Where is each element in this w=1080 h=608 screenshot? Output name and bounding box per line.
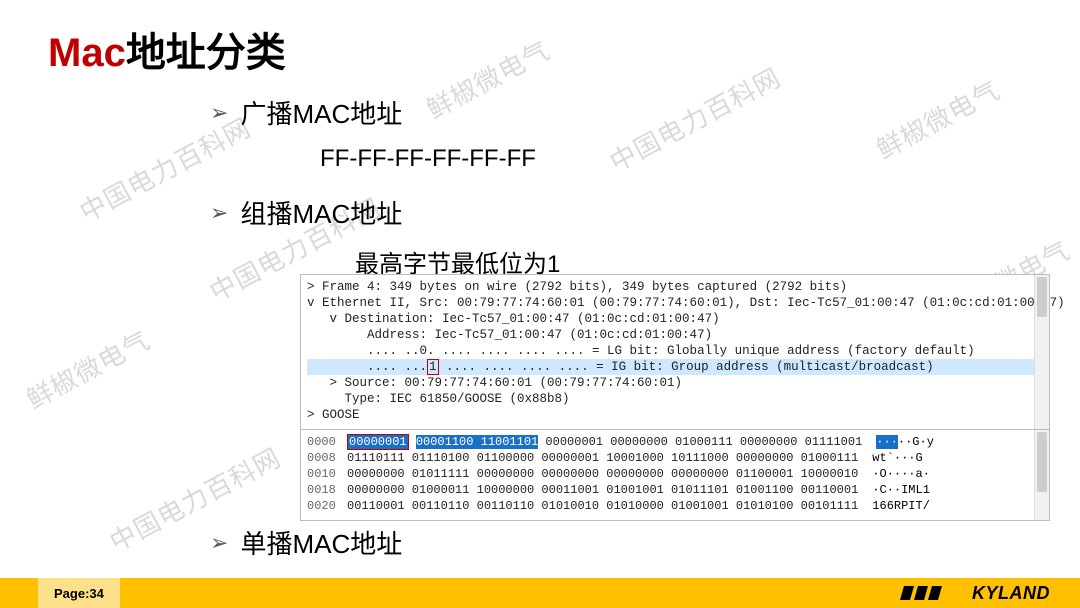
watermark: 鲜椒微电气 <box>419 30 556 126</box>
page-indicator: Page: 34 <box>38 578 120 608</box>
scrollbar[interactable] <box>1034 430 1049 520</box>
bullet-multicast: ➢ 组播MAC地址 <box>210 194 402 231</box>
scrollbar-thumb[interactable] <box>1037 277 1047 317</box>
broadcast-value: FF-FF-FF-FF-FF-FF <box>320 145 536 173</box>
watermark: 中国电力百科网 <box>602 58 786 179</box>
hex-offset: 0018 <box>307 482 347 498</box>
slide-title: Mac地址分类 <box>48 20 286 78</box>
chevron-right-icon: ➢ <box>210 530 228 556</box>
tree-row[interactable]: v Destination: Iec-Tc57_01:00:47 (01:0c:… <box>307 311 1043 327</box>
scrollbar-thumb[interactable] <box>1037 432 1047 492</box>
title-accent: Mac <box>48 31 126 75</box>
footer-bar: Page: 34 KYLAND <box>0 578 1080 608</box>
tree-row[interactable]: Type: IEC 61850/GOOSE (0x88b8) <box>307 391 1043 407</box>
hex-offset: 0008 <box>307 450 347 466</box>
bullet-text: 组播MAC地址 <box>240 194 402 231</box>
hex-offset: 0020 <box>307 498 347 514</box>
tree-row[interactable]: > Source: 00:79:77:74:60:01 (00:79:77:74… <box>307 375 1043 391</box>
page-number: 34 <box>89 586 103 601</box>
tree-row-selected[interactable]: .... ...1 .... .... .... .... = IG bit: … <box>307 359 1043 375</box>
watermark: 鲜椒微电气 <box>869 70 1006 166</box>
tree-row[interactable]: v Ethernet II, Src: 00:79:77:74:60:01 (0… <box>307 295 1043 311</box>
brand-logo: KYLAND <box>972 578 1050 608</box>
bullet-text: 单播MAC地址 <box>240 524 402 561</box>
packet-panel: > Frame 4: 349 bytes on wire (2792 bits)… <box>300 274 1050 521</box>
tree-row[interactable]: > Frame 4: 349 bytes on wire (2792 bits)… <box>307 279 1043 295</box>
hex-row[interactable]: 0020 00110001 00110110 00110110 01010010… <box>307 498 1043 514</box>
title-rest: 地址分类 <box>126 31 286 75</box>
tree-row[interactable]: .... ..0. .... .... .... .... = LG bit: … <box>307 343 1043 359</box>
tree-row[interactable]: > GOOSE <box>307 407 1043 423</box>
scrollbar[interactable] <box>1034 275 1049 429</box>
page-label: Page: <box>54 586 89 601</box>
chevron-right-icon: ➢ <box>210 200 228 226</box>
brand-bars-icon <box>902 586 940 600</box>
chevron-right-icon: ➢ <box>210 100 228 126</box>
hex-offset: 0000 <box>307 434 347 450</box>
hex-dump: 0000 00000001 00001100 11001101 00000001… <box>301 429 1049 520</box>
packet-tree: > Frame 4: 349 bytes on wire (2792 bits)… <box>301 275 1049 429</box>
hex-offset: 0010 <box>307 466 347 482</box>
hex-row[interactable]: 0010 00000000 01011111 00000000 00000000… <box>307 466 1043 482</box>
bullet-text: 广播MAC地址 <box>240 94 402 131</box>
tree-row[interactable]: Address: Iec-Tc57_01:00:47 (01:0c:cd:01:… <box>307 327 1043 343</box>
ig-bit-highlight: 1 <box>427 359 439 375</box>
hex-row[interactable]: 0018 00000000 01000011 10000000 00011001… <box>307 482 1043 498</box>
bullet-broadcast: ➢ 广播MAC地址 <box>210 94 402 131</box>
bullet-unicast: ➢ 单播MAC地址 <box>210 524 402 561</box>
hex-row[interactable]: 0000 00000001 00001100 11001101 00000001… <box>307 434 1043 450</box>
watermark: 鲜椒微电气 <box>19 320 156 416</box>
hex-row[interactable]: 0008 01110111 01110100 01100000 00000001… <box>307 450 1043 466</box>
